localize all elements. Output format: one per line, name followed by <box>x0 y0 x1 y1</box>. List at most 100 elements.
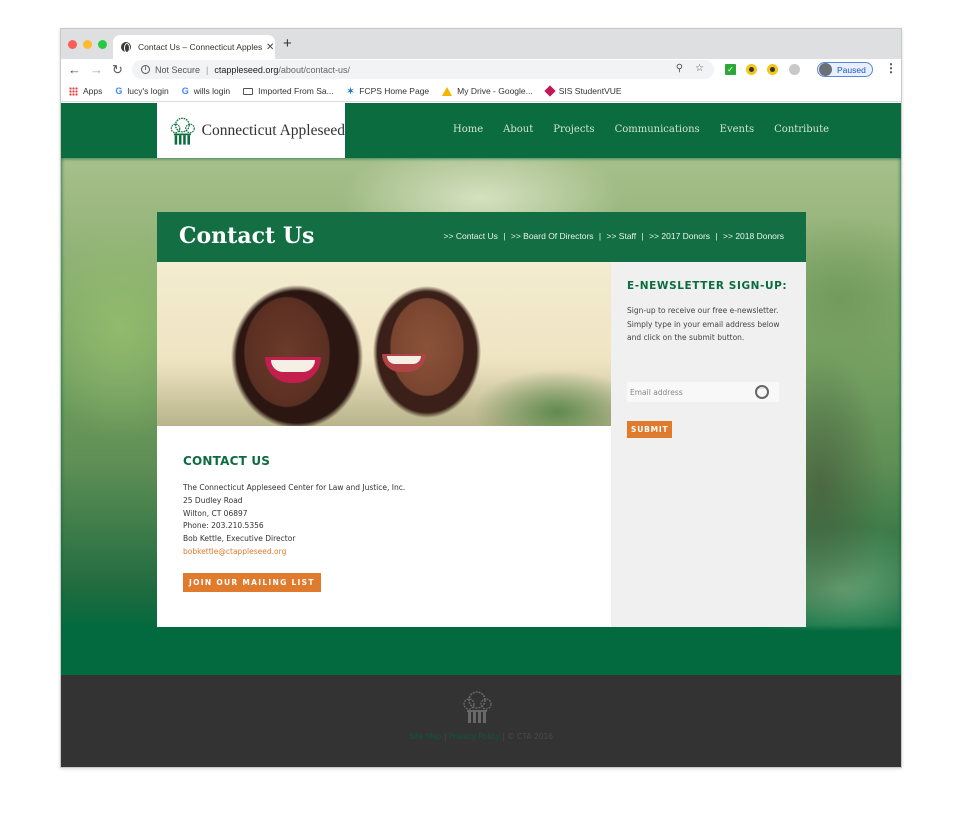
email-input[interactable] <box>627 387 755 397</box>
email-link[interactable]: bobkettle@ctappleseed.org <box>183 546 405 559</box>
bookmark-apps[interactable]: Apps <box>69 86 102 96</box>
profile-status: Paused <box>837 64 866 75</box>
site-header: Connecticut Appleseed Home About Project… <box>61 103 901 158</box>
site-logo[interactable]: Connecticut Appleseed <box>157 103 345 158</box>
bookmark-star-icon[interactable]: ☆ <box>695 63 704 74</box>
photo-detail <box>382 354 426 372</box>
info-icon[interactable]: i <box>141 65 150 74</box>
google-drive-icon <box>442 86 453 96</box>
nav-contribute[interactable]: Contribute <box>774 124 829 135</box>
browser-menu-icon[interactable]: ⋮ <box>885 61 897 75</box>
newsletter-sidebar: E-NEWSLETTER SIGN-UP: Sign-up to receive… <box>611 262 806 627</box>
tab-title: Contact Us – Connecticut Appleseed <box>138 42 262 52</box>
content-panel: CONTACT US The Connecticut Appleseed Cen… <box>157 262 806 627</box>
footer-links: Site Map | Privacy Policy | © CTA 2016 <box>61 732 901 741</box>
forward-button[interactable]: → <box>90 62 103 77</box>
avatar <box>819 63 832 76</box>
studentvue-icon <box>544 85 556 97</box>
subnav-2018-donors[interactable]: >> 2018 Donors <box>723 231 784 241</box>
logo-text: Connecticut Appleseed <box>201 121 345 139</box>
web-page: Connecticut Appleseed Home About Project… <box>61 103 901 767</box>
nav-projects[interactable]: Projects <box>553 124 594 135</box>
city-state-zip: Wilton, CT 06897 <box>183 508 248 518</box>
page-title-bar: Contact Us >> Contact Us | >> Board Of D… <box>157 212 806 262</box>
bookmark-label: My Drive - Google... <box>457 86 533 96</box>
copyright: © CTA 2016 <box>507 732 554 741</box>
extension-search-icon[interactable] <box>746 64 757 75</box>
nav-home[interactable]: Home <box>453 124 483 135</box>
bookmark-label: Apps <box>83 86 103 96</box>
url-host: ctappleseed.org <box>214 64 279 75</box>
subnav-separator: | <box>598 231 602 241</box>
site-footer: Site Map | Privacy Policy | © CTA 2016 <box>61 675 901 767</box>
hero-photo-mother-daughter <box>157 262 611 426</box>
maximize-window-button[interactable] <box>98 40 107 49</box>
globe-icon <box>121 42 131 53</box>
subnav-separator: | <box>715 231 718 241</box>
security-label: Not Secure <box>155 64 201 75</box>
browser-toolbar: ← → ↻ i Not Secure | ctappleseed.org/abo… <box>61 59 901 81</box>
address-bar[interactable]: i Not Secure | ctappleseed.org/about/con… <box>132 60 714 79</box>
subnav-staff[interactable]: >> Staff <box>607 231 637 241</box>
apps-grid-icon <box>69 86 78 96</box>
tab-bar: Contact Us – Connecticut Appleseed ✕ + <box>61 29 901 59</box>
bookmark-wills-login[interactable]: Gwills login <box>182 86 230 96</box>
bookmark-label: FCPS Home Page <box>359 86 430 96</box>
bookmark-label: wills login <box>193 86 231 96</box>
sub-navigation: >> Contact Us | >> Board Of Directors | … <box>441 231 784 241</box>
subnav-separator: | <box>503 231 506 241</box>
subnav-board-of-directors[interactable]: >> Board Of Directors <box>511 231 594 241</box>
zoom-icon[interactable]: ⚲ <box>676 63 683 74</box>
back-button[interactable]: ← <box>68 62 81 77</box>
bookmark-label: Imported From Sa... <box>258 86 334 96</box>
close-window-button[interactable] <box>68 40 77 49</box>
email-field-wrapper <box>627 382 779 402</box>
browser-window: Contact Us – Connecticut Appleseed ✕ + ←… <box>60 28 902 768</box>
join-mailing-list-button[interactable]: JOIN OUR MAILING LIST <box>183 573 321 592</box>
password-manager-icon[interactable] <box>755 385 769 399</box>
fcps-icon: ✶ <box>346 85 355 96</box>
folder-icon <box>243 87 254 95</box>
newsletter-heading: E-NEWSLETTER SIGN-UP: <box>627 280 788 292</box>
bookmark-label: SIS StudentVUE <box>558 86 622 96</box>
minimize-window-button[interactable] <box>83 40 92 49</box>
bookmark-my-drive[interactable]: My Drive - Google... <box>442 86 533 96</box>
bookmarks-bar: Apps Glucy's login Gwills login Imported… <box>61 81 901 102</box>
submit-button[interactable]: SUBMIT <box>627 421 673 438</box>
newsletter-description: Sign-up to receive our free e-newsletter… <box>627 306 780 342</box>
page-title: Contact Us <box>179 223 315 249</box>
bookmark-studentvue[interactable]: SIS StudentVUE <box>544 85 622 97</box>
contact-heading: CONTACT US <box>183 454 271 468</box>
profile-button[interactable]: Paused <box>817 62 873 77</box>
browser-tab-active[interactable]: Contact Us – Connecticut Appleseed ✕ <box>113 35 275 59</box>
new-tab-button[interactable]: + <box>283 36 292 52</box>
privacy-policy-link[interactable]: Privacy Policy <box>449 732 500 741</box>
tree-columns-icon <box>463 691 492 723</box>
bookmark-imported-folder[interactable]: Imported From Sa... <box>243 86 334 96</box>
tab-close-icon[interactable]: ✕ <box>266 42 274 53</box>
main-nav: Home About Projects Communications Event… <box>453 124 849 135</box>
photo-detail <box>265 357 321 383</box>
extension-home-icon[interactable] <box>767 64 778 75</box>
divider: | <box>206 64 209 75</box>
bookmark-label: lucy's login <box>127 86 169 96</box>
google-icon: G <box>115 86 123 96</box>
nav-events[interactable]: Events <box>720 124 754 135</box>
bookmark-fcps[interactable]: ✶ FCPS Home Page <box>347 86 429 97</box>
nav-about[interactable]: About <box>503 124 533 135</box>
org-name: The Connecticut Appleseed Center for Law… <box>183 483 406 492</box>
subnav-contact-us[interactable]: >> Contact Us <box>444 231 498 241</box>
nav-communications[interactable]: Communications <box>615 124 700 135</box>
bookmark-lucys-login[interactable]: Glucy's login <box>115 86 168 96</box>
site-map-link[interactable]: Site Map <box>409 732 442 741</box>
extension-checkmark-icon[interactable]: ✓ <box>725 64 736 75</box>
street-address: 25 Dudley Road <box>183 495 243 505</box>
google-icon: G <box>181 86 189 96</box>
contact-info: CONTACT US The Connecticut Appleseed Cen… <box>183 454 405 559</box>
director-name: Bob Kettle, Executive Director <box>183 534 296 544</box>
reload-button[interactable]: ↻ <box>112 62 123 77</box>
phone-number: Phone: 203.210.5356 <box>183 521 264 531</box>
tree-columns-icon <box>170 117 195 145</box>
subnav-2017-donors[interactable]: >> 2017 Donors <box>649 231 710 241</box>
extension-github-icon[interactable] <box>789 64 800 75</box>
